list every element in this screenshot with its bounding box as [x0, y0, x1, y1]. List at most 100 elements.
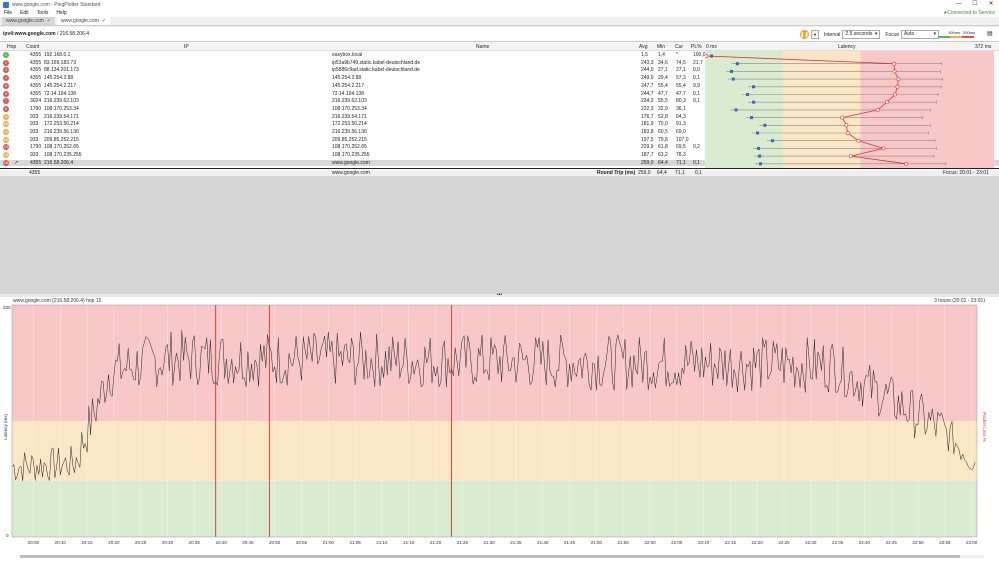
- x-tick-label: 21:10: [376, 540, 388, 545]
- pause-button[interactable]: ❚❚: [800, 30, 809, 39]
- settings-icon[interactable]: ▤: [987, 30, 995, 39]
- hop-min: 1,4: [658, 52, 665, 58]
- hop-row[interactable]: 8 1790 108.170.253.34 108.170.253.34 222,3 32…: [0, 105, 705, 112]
- tab-label: www.google.com: [61, 18, 99, 24]
- hop-count: 3024: [30, 98, 42, 105]
- col-latency[interactable]: Latency: [838, 44, 856, 50]
- legend-200ms: 200ms: [963, 30, 976, 35]
- timeline-scroll-thumb[interactable]: [20, 555, 960, 558]
- hop-pl: 0,1: [693, 159, 700, 166]
- timeline-scrollbar[interactable]: [20, 555, 984, 558]
- hop-number-badge: 2: [3, 59, 9, 66]
- hop-row[interactable]: 11 933 216.239.56.130 216.239.56.130 183,8 60…: [0, 129, 705, 135]
- hop-count: 4355: [30, 52, 42, 58]
- hop-row[interactable]: 2 4355 83.169.183.73 ip53a9b749.static.kabe…: [0, 59, 705, 66]
- zone-green: [705, 51, 783, 168]
- interval-select[interactable]: 2.5 seconds ▾: [842, 30, 881, 39]
- hop-row[interactable]: 5 4355 145.254.2.217 145.254.2.217 247,7 55,4…: [0, 82, 705, 89]
- x-tick-label: 21:45: [564, 540, 576, 545]
- focus-label: Focus: [885, 31, 900, 38]
- menu-file[interactable]: File: [4, 10, 12, 16]
- chevron-down-icon: ▾: [874, 31, 878, 37]
- hop-number-badge: 7: [3, 98, 9, 105]
- hop-count: 4355: [30, 82, 42, 89]
- latency-zero-label: 0 ms: [706, 44, 717, 50]
- legend-red-bar: [962, 36, 974, 38]
- hop-min-marker: [750, 116, 754, 120]
- x-tick-label: 20:30: [162, 540, 174, 545]
- hop-row[interactable]: 9 933 216.239.54.171 216.239.54.171 176,7 52,…: [0, 113, 705, 120]
- hop-avg: 259,0: [641, 159, 654, 166]
- target-host: ipv4:www.google.com: [3, 31, 56, 37]
- focus-select[interactable]: Auto ▾: [901, 30, 940, 39]
- latency-graph[interactable]: [705, 51, 994, 168]
- hop-number-badge: 4: [3, 75, 9, 82]
- avg-latency-point: [885, 100, 889, 105]
- col-min[interactable]: Min: [657, 44, 665, 50]
- hop-row[interactable]: 14 933 108.170.235.255 108.170.235.255 187,7…: [0, 152, 705, 159]
- hop-count: 933: [30, 113, 39, 120]
- hop-min: 79,8: [658, 136, 668, 143]
- hop-min: 52,8: [658, 113, 668, 120]
- x-tick-label: 21:00: [323, 540, 335, 545]
- minimize-button[interactable]: —: [951, 0, 967, 9]
- x-tick-label: 22:10: [698, 540, 710, 545]
- hop-name: ip5886c9ad.static.kabel-deutschland.de: [332, 67, 420, 74]
- hop-count: 4355: [30, 67, 42, 74]
- hop-row[interactable]: 4 4355 145.254.3.88 145.254.3.88 249,0 29,4 57…: [0, 75, 705, 82]
- hop-ip: 88.134.201.173: [44, 67, 79, 74]
- x-tick-label: 20:10: [55, 540, 67, 545]
- hop-number-badge: 5: [3, 82, 9, 89]
- x-tick-label: 21:30: [484, 540, 496, 545]
- col-hop[interactable]: Hop: [7, 44, 16, 50]
- timeline-graph[interactable]: 20:05 20:10 20:15 20:20 20:25 20:30 20:35 20:40…: [0, 297, 999, 559]
- hop-min: 61,8: [658, 144, 668, 151]
- hop-min-marker: [734, 108, 738, 112]
- hop-row[interactable]: 6 4355 72.14.194.138 72.14.194.138 244,7 47,7…: [0, 90, 705, 97]
- col-name[interactable]: Name: [476, 44, 489, 50]
- menu-help[interactable]: Help: [56, 10, 66, 16]
- col-avg[interactable]: Avg: [639, 44, 648, 50]
- legend-100ms: 100ms: [948, 30, 961, 35]
- hop-count: 4355: [30, 159, 42, 166]
- hop-min-marker: [763, 123, 767, 127]
- hop-ip: 172.253.50.214: [44, 121, 79, 128]
- zone-green: [12, 480, 977, 537]
- hop-row[interactable]: 7 3024 216.239.62.103 216.239.62.103 234,3 55…: [0, 98, 705, 105]
- hop-ip: 209.85.252.215: [44, 136, 79, 143]
- hop-avg: 181,9: [641, 121, 654, 128]
- hop-min-marker: [758, 154, 762, 158]
- hop-row[interactable]: 3 4355 88.134.201.173 ip5886c9ad.static.kab…: [0, 67, 705, 74]
- hop-row[interactable]: 12 933 209.85.252.215 209.85.252.215 197,5 79…: [0, 136, 705, 143]
- close-button[interactable]: ✕: [983, 0, 999, 9]
- tab-target-2[interactable]: www.google.com ✓: [57, 17, 110, 25]
- hop-ip: 108.170.253.34: [44, 105, 79, 112]
- col-cur[interactable]: Cur: [675, 44, 683, 50]
- hop-count: 933: [30, 129, 39, 135]
- menu-edit[interactable]: Edit: [20, 10, 29, 16]
- hop-pl: 0,2: [693, 144, 700, 151]
- x-tick-label: 20:50: [269, 540, 281, 545]
- hop-min: 34,6: [658, 59, 668, 66]
- col-pl[interactable]: PL%: [691, 44, 702, 50]
- col-ip[interactable]: IP: [184, 44, 189, 50]
- x-tick-label: 22:20: [752, 540, 764, 545]
- avg-latency-point: [896, 77, 901, 82]
- avg-latency-point: [892, 69, 897, 74]
- avg-latency-point: [840, 115, 845, 120]
- hop-name: 216.239.62.103: [332, 98, 367, 105]
- tab-target-1[interactable]: www.google.com ✓: [2, 17, 55, 25]
- pause-dropdown-button[interactable]: ▼: [811, 30, 819, 39]
- hop-count: 933: [30, 152, 39, 159]
- hop-row[interactable]: 13 1790 108.170.252.65 108.170.252.65 229,9 6…: [0, 144, 705, 151]
- hop-count: 933: [30, 136, 39, 143]
- x-tick-label: 21:55: [618, 540, 630, 545]
- col-count[interactable]: Count: [26, 44, 39, 50]
- maximize-button[interactable]: ☐: [967, 0, 983, 9]
- zone-yellow: [782, 51, 861, 168]
- hop-min-marker: [752, 85, 756, 89]
- hop-ip: 72.14.194.138: [44, 90, 76, 97]
- menu-tools[interactable]: Tools: [37, 10, 49, 16]
- hop-row[interactable]: 1 4355 192.168.0.1 easybox.local 1,5 1,4 * 100,…: [0, 52, 706, 58]
- hop-row[interactable]: 10 933 172.253.50.214 172.253.50.214 181,9 70…: [0, 121, 705, 128]
